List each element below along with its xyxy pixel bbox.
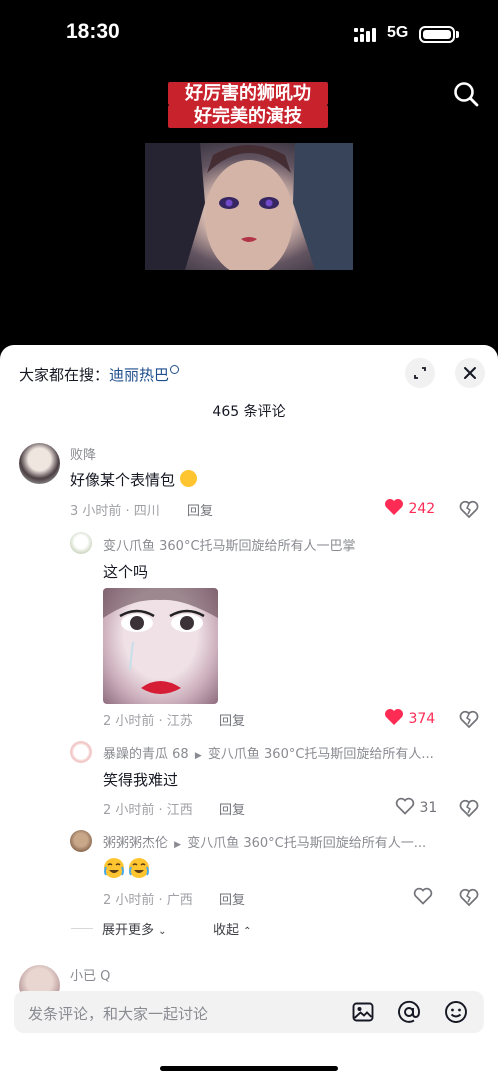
reply-button[interactable]: 回复 bbox=[219, 889, 245, 908]
battery-cap bbox=[456, 31, 459, 38]
image-icon[interactable] bbox=[351, 1000, 375, 1024]
home-indicator bbox=[160, 1066, 338, 1071]
reply-arrow-icon: ▶ bbox=[174, 840, 182, 850]
reply-text: 这个吗 bbox=[103, 563, 149, 581]
dislike-icon[interactable] bbox=[459, 887, 479, 907]
caption-line-1: 好厉害的狮吼功 bbox=[168, 82, 328, 105]
dislike-icon[interactable] bbox=[459, 709, 479, 729]
reply-button[interactable]: 回复 bbox=[187, 500, 213, 519]
hot-search-prefix: 大家都在搜： bbox=[19, 366, 110, 384]
reply-to-username[interactable]: 变八爪鱼 360°C托马斯回旋给所有人一... bbox=[187, 836, 426, 851]
reply-to-username[interactable]: 变八爪鱼 360°C托马斯回旋给所有人... bbox=[208, 747, 434, 762]
search-icon[interactable] bbox=[452, 80, 480, 108]
reply-username-line: 粥粥粥杰伦 ▶ 变八爪鱼 360°C托马斯回旋给所有人一... bbox=[103, 832, 426, 851]
crying-laughing-emoji-icon bbox=[103, 858, 151, 883]
comment-text-content: 好像某个表情包 bbox=[70, 471, 176, 489]
comment-meta: 3 小时前 · 四川 bbox=[70, 504, 160, 519]
status-bar: 18:30 5G bbox=[0, 0, 498, 70]
comment-count: 465 条评论 bbox=[212, 404, 286, 420]
reply-username-line: 暴躁的青瓜 68 ▶ 变八爪鱼 360°C托马斯回旋给所有人... bbox=[103, 743, 434, 762]
like-count: 31 bbox=[419, 800, 438, 816]
dislike-icon[interactable] bbox=[459, 499, 479, 519]
expand-button[interactable] bbox=[405, 358, 435, 388]
comment-username[interactable]: 小已 Q bbox=[70, 965, 110, 984]
reply-username[interactable]: 暴躁的青瓜 68 bbox=[103, 747, 189, 762]
heart-filled-icon bbox=[385, 709, 403, 725]
comment-username[interactable]: 败降 bbox=[70, 444, 96, 463]
expand-more-label: 展开更多 bbox=[102, 923, 155, 938]
chevron-down-icon: ⌄ bbox=[158, 926, 167, 937]
hot-search[interactable]: 大家都在搜：迪丽热巴 bbox=[19, 364, 180, 385]
like-button[interactable] bbox=[413, 887, 433, 909]
reply-avatar[interactable] bbox=[70, 830, 92, 852]
reply-username[interactable]: 粥粥粥杰伦 bbox=[103, 836, 168, 851]
video-caption: 好厉害的狮吼功 好完美的演技 bbox=[168, 82, 328, 128]
caption-line-2: 好完美的演技 bbox=[168, 105, 328, 128]
reply-meta: 2 小时前 · 江西 bbox=[103, 803, 193, 818]
reply-avatar[interactable] bbox=[70, 741, 92, 763]
hot-search-keyword[interactable]: 迪丽热巴 bbox=[109, 366, 169, 384]
like-button[interactable]: 31 bbox=[395, 797, 437, 816]
close-button[interactable] bbox=[455, 358, 485, 388]
search-small-icon bbox=[170, 365, 180, 374]
comments-sheet: 大家都在搜：迪丽热巴 465 条评论 败降 好像某个表情包 3 小时前 · 四川… bbox=[0, 345, 498, 1080]
signal-icon bbox=[354, 27, 376, 42]
mention-icon[interactable] bbox=[397, 1000, 421, 1024]
smirk-emoji-icon bbox=[179, 470, 197, 487]
reply-button[interactable]: 回复 bbox=[219, 799, 245, 818]
like-count: 242 bbox=[408, 501, 436, 517]
reply-button[interactable]: 回复 bbox=[219, 710, 245, 729]
status-time: 18:30 bbox=[66, 20, 120, 43]
chevron-up-icon: ⌃ bbox=[243, 926, 252, 937]
expand-icon bbox=[414, 367, 426, 379]
reply-text bbox=[103, 857, 151, 883]
heart-outline-icon bbox=[395, 797, 415, 815]
reply-meta: 2 小时前 · 广西 bbox=[103, 893, 193, 908]
emoji-icon[interactable] bbox=[444, 1000, 468, 1024]
divider-line bbox=[71, 928, 93, 929]
battery-icon bbox=[419, 26, 455, 43]
comment-input-placeholder[interactable]: 发条评论，和大家一起讨论 bbox=[28, 1003, 208, 1024]
dislike-icon[interactable] bbox=[459, 798, 479, 818]
collapse-label: 收起 bbox=[213, 923, 240, 938]
like-button[interactable]: 374 bbox=[384, 708, 435, 727]
heart-filled-icon bbox=[385, 499, 403, 515]
collapse-button[interactable]: 收起 ⌃ bbox=[213, 919, 252, 938]
reply-avatar[interactable] bbox=[70, 532, 92, 554]
like-button[interactable]: 242 bbox=[384, 498, 435, 517]
video-frame[interactable] bbox=[145, 143, 353, 270]
close-icon bbox=[464, 367, 476, 379]
comment-text: 好像某个表情包 bbox=[70, 469, 197, 490]
network-type: 5G bbox=[387, 24, 409, 41]
expand-more-button[interactable]: 展开更多 ⌄ bbox=[102, 919, 167, 938]
avatar[interactable] bbox=[19, 443, 60, 484]
reply-arrow-icon: ▶ bbox=[194, 751, 202, 761]
reply-text: 笑得我难过 bbox=[103, 771, 179, 789]
reply-meta: 2 小时前 · 江苏 bbox=[103, 714, 193, 729]
heart-outline-icon bbox=[413, 887, 433, 905]
reply-sticker-image[interactable] bbox=[103, 588, 218, 704]
like-count: 374 bbox=[408, 711, 436, 727]
reply-username[interactable]: 变八爪鱼 360°C托马斯回旋给所有人一巴掌 bbox=[103, 535, 356, 554]
